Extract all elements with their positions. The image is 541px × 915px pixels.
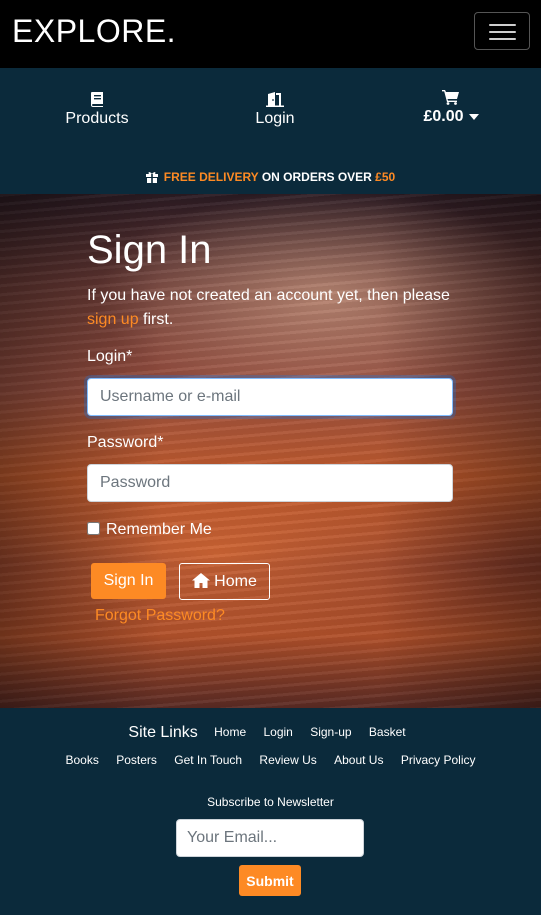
door-icon	[266, 92, 284, 107]
page-title: Sign In	[87, 228, 212, 272]
menu-toggle-button[interactable]	[474, 12, 530, 50]
nav-products-label: Products	[65, 110, 129, 127]
signin-button[interactable]: Sign In	[91, 563, 166, 599]
newsletter-submit-button[interactable]: Submit	[239, 865, 301, 896]
gift-icon	[145, 172, 158, 183]
footer-link-review-us[interactable]: Review Us	[259, 753, 316, 767]
login-input[interactable]	[87, 378, 453, 416]
home-button-label: Home	[214, 572, 257, 590]
orders-over-text: ON ORDERS OVER	[261, 170, 372, 184]
remember-me-label: Remember Me	[106, 521, 212, 538]
footer-link-home[interactable]: Home	[214, 725, 246, 739]
remember-me: Remember Me	[87, 521, 212, 539]
nav-basket[interactable]: £0.00	[415, 88, 487, 126]
footer-links-primary: Site Links Home Login Sign-up Basket	[0, 724, 541, 742]
free-delivery-text: FREE DELIVERY	[163, 170, 259, 184]
book-icon	[91, 92, 103, 107]
footer-link-privacy-policy[interactable]: Privacy Policy	[401, 753, 476, 767]
signin-intro: If you have not created an account yet, …	[87, 287, 450, 328]
login-label: Login*	[87, 348, 133, 365]
signup-link[interactable]: sign up	[87, 311, 139, 328]
footer-links-secondary: Books Posters Get In Touch Review Us Abo…	[0, 753, 541, 767]
remember-me-checkbox[interactable]	[87, 522, 100, 535]
newsletter-email-input[interactable]	[176, 819, 364, 857]
footer-link-get-in-touch[interactable]: Get In Touch	[174, 753, 242, 767]
site-footer: Site Links Home Login Sign-up Basket Boo…	[0, 708, 541, 915]
footer-link-login[interactable]: Login	[263, 725, 292, 739]
cart-icon	[442, 90, 459, 105]
footer-link-posters[interactable]: Posters	[116, 753, 157, 767]
forgot-password-link[interactable]: Forgot Password?	[95, 607, 225, 625]
footer-link-basket[interactable]: Basket	[369, 725, 406, 739]
password-label: Password*	[87, 434, 164, 451]
hamburger-icon	[489, 24, 516, 26]
nav-login[interactable]: Login	[245, 90, 305, 128]
site-links-title: Site Links	[128, 724, 198, 741]
newsletter-label: Subscribe to Newsletter	[207, 795, 334, 809]
brand-logo[interactable]: EXPLORE.	[12, 13, 176, 50]
caret-down-icon	[468, 113, 479, 120]
nav-products[interactable]: Products	[57, 90, 137, 128]
footer-link-signup[interactable]: Sign-up	[310, 725, 351, 739]
hero-background: Sign In If you have not created an accou…	[0, 194, 541, 708]
nav-login-label: Login	[255, 110, 295, 127]
home-button[interactable]: Home	[179, 563, 270, 600]
basket-total: £0.00	[423, 108, 464, 125]
top-navbar: EXPLORE.	[0, 0, 541, 68]
password-input[interactable]	[87, 464, 453, 502]
delivery-threshold: £50	[375, 170, 396, 184]
footer-link-books[interactable]: Books	[66, 753, 99, 767]
footer-link-about-us[interactable]: About Us	[334, 753, 383, 767]
home-icon	[192, 572, 211, 588]
delivery-banner: FREE DELIVERY ON ORDERS OVER £50	[0, 160, 541, 194]
main-nav: Products Login £0.00	[0, 68, 541, 160]
